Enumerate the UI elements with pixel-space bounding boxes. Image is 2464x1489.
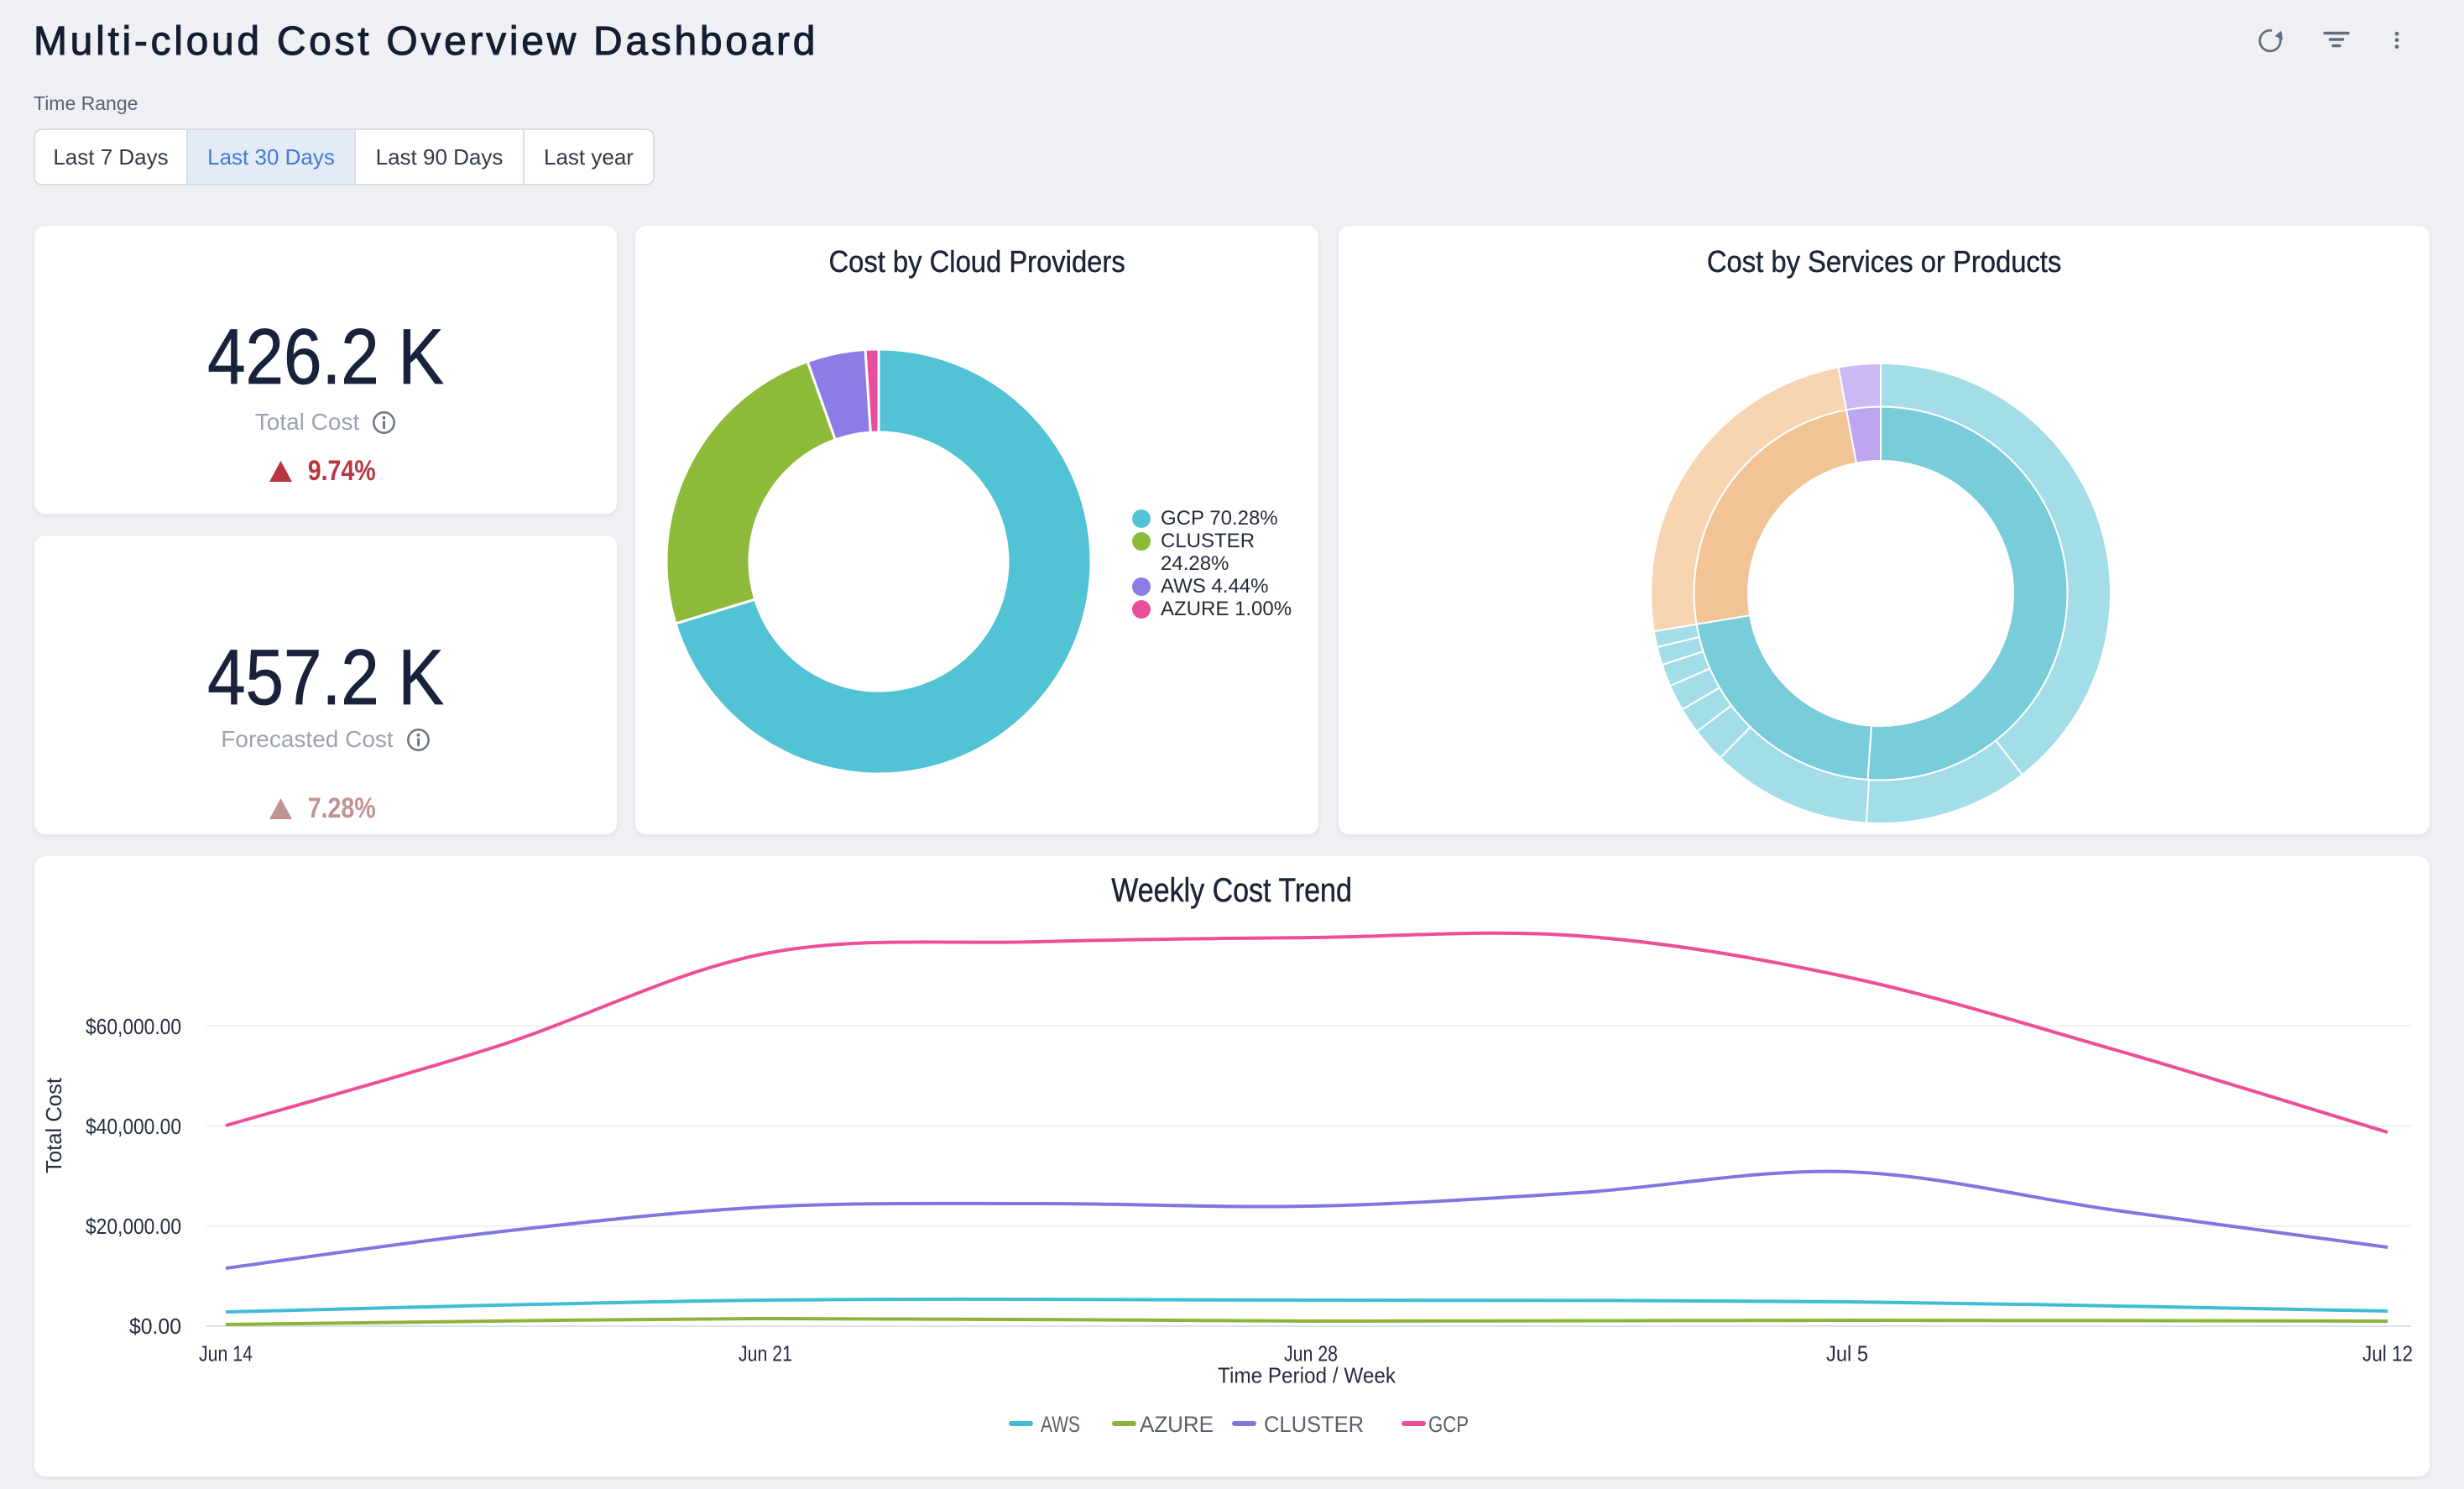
svg-text:$0.00: $0.00 [129,1314,181,1339]
svg-text:Jun 21: Jun 21 [739,1341,792,1366]
svg-text:$40,000.00: $40,000.00 [86,1114,181,1139]
svg-text:$60,000.00: $60,000.00 [86,1014,181,1039]
svg-text:AWS: AWS [1041,1412,1080,1437]
svg-text:Jul 12: Jul 12 [2362,1341,2413,1366]
svg-text:Jun 14: Jun 14 [199,1341,253,1366]
svg-text:Time Period / Week: Time Period / Week [1218,1363,1396,1388]
svg-text:$20,000.00: $20,000.00 [86,1214,181,1239]
svg-text:Total Cost: Total Cost [41,1077,66,1173]
svg-text:GCP: GCP [1428,1412,1469,1437]
svg-text:CLUSTER: CLUSTER [1264,1412,1364,1437]
svg-text:AZURE: AZURE [1140,1412,1214,1437]
svg-text:Jul 5: Jul 5 [1826,1341,1868,1366]
